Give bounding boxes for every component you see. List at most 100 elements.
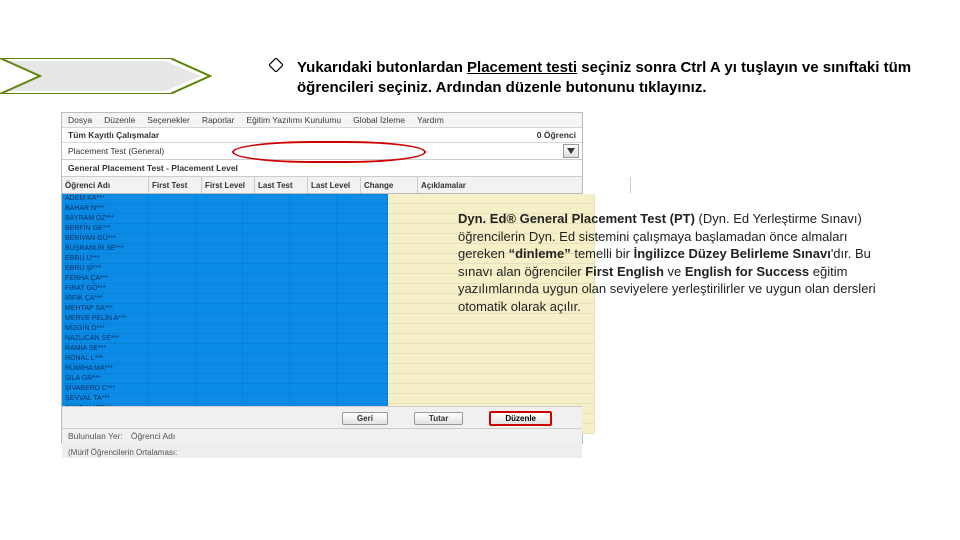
cell [337,274,388,284]
explain-box: Dyn. Ed® General Placement Test (PT) (Dy… [458,210,898,315]
cell: RAMİA SE*** [62,344,149,354]
cell [243,274,290,284]
cell [243,204,290,214]
cell: İRFİK ÇA*** [62,294,149,304]
menu-item[interactable]: Seçenekler [147,115,190,125]
avg-row-2: (Mürif Öğrencilerin Ortalaması: [62,446,582,458]
cell [243,314,290,324]
cell [290,364,337,374]
tutar-button[interactable]: Tutar [414,412,463,425]
menu-item[interactable]: Eğitim Yazılımı Kurulumu [246,115,341,125]
chevron-down-icon[interactable] [563,144,579,158]
cell [149,294,196,304]
bullet-text: Yukarıdaki butonlardan Placement testi s… [297,58,930,99]
cell [243,324,290,334]
cell [149,314,196,324]
cell [149,354,196,364]
table-row[interactable]: NAZLICAN SE*** [62,334,582,344]
cell [243,264,290,274]
cell [337,364,388,374]
cell: MİZGİN D*** [62,324,149,334]
duzenle-button[interactable]: Düzenle [489,411,552,426]
cell [196,294,243,304]
cell [290,254,337,264]
table-row[interactable]: SILA GR*** [62,374,582,384]
menu-item[interactable]: Raporlar [202,115,235,125]
cell [388,384,595,394]
cell [196,344,243,354]
cell: BUŞRANUR SE*** [62,244,149,254]
column-header[interactable]: First Test [149,177,202,193]
menu-item[interactable]: Yardım [417,115,444,125]
column-header[interactable]: First Level [202,177,255,193]
cell [196,204,243,214]
table-row[interactable]: ŞEVVAL TA*** [62,394,582,404]
menu-item[interactable]: Dosya [68,115,92,125]
cell [290,394,337,404]
table-row[interactable]: MİZGİN D*** [62,324,582,334]
cell [388,374,595,384]
cell [149,194,196,204]
cell [337,204,388,214]
cell: EBRU Şİ*** [62,264,149,274]
cell: ŞİVABERD C*** [62,384,149,394]
cell [290,284,337,294]
cell [290,304,337,314]
column-header[interactable]: Açıklamalar [418,177,631,193]
cell [196,214,243,224]
cell [196,374,243,384]
cell [149,344,196,354]
exp-t2: temelli bir [571,246,634,261]
cell [149,254,196,264]
exp-t4: ve [664,264,685,279]
cell [337,324,388,334]
diamond-icon [269,58,283,78]
geri-button[interactable]: Geri [342,412,388,425]
cell: FERHA ÇA*** [62,274,149,284]
cell [388,354,595,364]
cell [337,234,388,244]
cell [337,294,388,304]
menu-item[interactable]: Global İzleme [353,115,405,125]
cell [196,254,243,264]
title-right: 0 Öğrenci [537,130,576,140]
menu-item[interactable]: Düzenle [104,115,135,125]
cell [243,214,290,224]
table-row[interactable]: ADEM KA*** [62,194,582,204]
cell [196,354,243,364]
table-row[interactable]: RAMİA SE*** [62,344,582,354]
table-row[interactable]: ŞİVABERD C*** [62,384,582,394]
cell: EBRU U*** [62,254,149,264]
cell [196,224,243,234]
cell [149,224,196,234]
placement-dropdown[interactable]: Placement Test (General) [62,143,582,160]
title-left: Tüm Kayıtlı Çalışmalar [68,130,159,140]
cell [337,284,388,294]
column-header[interactable]: Last Level [308,177,361,193]
cell [243,294,290,304]
table-row[interactable]: RONAL L*** [62,354,582,364]
column-header[interactable]: Change [361,177,418,193]
cell [290,294,337,304]
column-header[interactable]: Last Test [255,177,308,193]
cell [149,334,196,344]
table-header: Öğrenci AdıFirst TestFirst LevelLast Tes… [62,177,582,194]
cell [290,214,337,224]
cell [337,244,388,254]
cell [149,374,196,384]
table-row[interactable]: MERVE PELİN A*** [62,314,582,324]
cell [290,344,337,354]
exp-b5: English for Success [685,264,809,279]
cell [196,274,243,284]
titlebar: Tüm Kayıtlı Çalışmalar 0 Öğrenci [62,128,582,143]
column-header[interactable]: Öğrenci Adı [62,177,149,193]
cell [290,274,337,284]
cell [290,264,337,274]
cell [388,314,595,324]
cell [196,304,243,314]
cell [337,194,388,204]
subtitle: General Placement Test - Placement Level [62,160,582,177]
exp-b4: First English [585,264,664,279]
table-row[interactable]: RÜMİHA MA*** [62,364,582,374]
cell [196,394,243,404]
